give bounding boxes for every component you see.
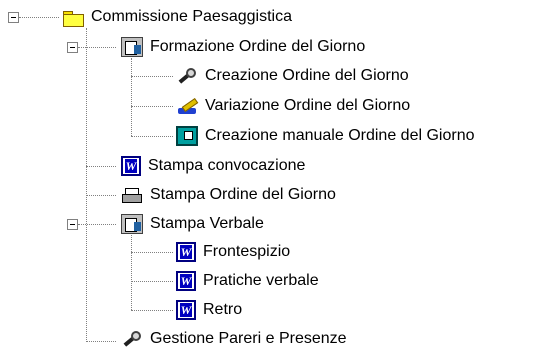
- printer-icon: [121, 185, 143, 205]
- word-icon: W: [176, 300, 196, 320]
- tree-node-creazione-manuale-ordine-del-giorno[interactable]: Creazione manuale Ordine del Giorno: [176, 123, 475, 149]
- word-icon: W: [121, 156, 141, 176]
- tree-node-frontespizio[interactable]: W Frontespizio: [176, 239, 291, 265]
- tree-line: [78, 224, 116, 225]
- tree-node-label: Stampa Ordine del Giorno: [150, 186, 336, 203]
- tree-node-label: Frontespizio: [203, 243, 291, 260]
- manual-icon: [176, 126, 198, 146]
- tree-view: Commissione Paesaggistica Formazione Ord…: [0, 0, 560, 352]
- tree-node-label: Gestione Pareri e Presenze: [150, 330, 347, 347]
- tree-node-label: Pratiche verbale: [203, 272, 319, 289]
- collapse-toggle-formazione[interactable]: [67, 42, 78, 53]
- tree-node-label: Stampa convocazione: [148, 157, 306, 174]
- tree-node-variazione-ordine-del-giorno[interactable]: Variazione Ordine del Giorno: [176, 93, 411, 119]
- tree-line: [131, 58, 132, 136]
- tree-line: [131, 76, 173, 77]
- tree-node-label: Creazione manuale Ordine del Giorno: [205, 127, 475, 144]
- tree-line: [78, 47, 116, 48]
- edit-icon: [176, 96, 198, 116]
- tree-node-label: Commissione Paesaggistica: [91, 8, 292, 25]
- word-icon: W: [176, 242, 196, 262]
- tree-line: [19, 17, 59, 18]
- tree-line: [131, 106, 173, 107]
- tools-icon: [176, 66, 198, 86]
- collapse-toggle-stampa-verbale[interactable]: [67, 219, 78, 230]
- tree-line: [131, 281, 173, 282]
- tree-line: [131, 252, 173, 253]
- tree-node-stampa-verbale[interactable]: Stampa Verbale: [121, 211, 265, 237]
- tree-node-label: Variazione Ordine del Giorno: [205, 97, 411, 114]
- tree-node-label: Retro: [203, 301, 243, 318]
- tree-line: [86, 195, 116, 196]
- tree-node-formazione-ordine-del-giorno[interactable]: Formazione Ordine del Giorno: [121, 34, 366, 60]
- tree-line: [86, 166, 116, 167]
- tree-line: [131, 228, 132, 310]
- tree-node-creazione-ordine-del-giorno[interactable]: Creazione Ordine del Giorno: [176, 63, 410, 89]
- tree-node-stampa-convocazione[interactable]: W Stampa convocazione: [121, 153, 306, 179]
- tree-node-retro[interactable]: W Retro: [176, 297, 243, 323]
- tree-node-label: Stampa Verbale: [150, 215, 264, 232]
- tree-node-stampa-ordine-del-giorno[interactable]: Stampa Ordine del Giorno: [121, 182, 337, 208]
- form-icon: [121, 37, 143, 57]
- folder-icon: [62, 7, 84, 27]
- tree-node-pratiche-verbale[interactable]: W Pratiche verbale: [176, 268, 320, 294]
- tree-line: [131, 136, 173, 137]
- tools-icon: [121, 329, 143, 349]
- tree-node-commissione-paesaggistica[interactable]: Commissione Paesaggistica: [62, 4, 293, 30]
- tree-node-label: Formazione Ordine del Giorno: [150, 38, 366, 55]
- form-icon: [121, 214, 143, 234]
- tree-line: [86, 341, 116, 342]
- tree-node-gestione-pareri-e-presenze[interactable]: Gestione Pareri e Presenze: [121, 326, 348, 352]
- tree-line: [86, 28, 87, 342]
- tree-line: [131, 310, 173, 311]
- word-icon: W: [176, 271, 196, 291]
- collapse-toggle-root[interactable]: [8, 12, 19, 23]
- tree-node-label: Creazione Ordine del Giorno: [205, 67, 409, 84]
